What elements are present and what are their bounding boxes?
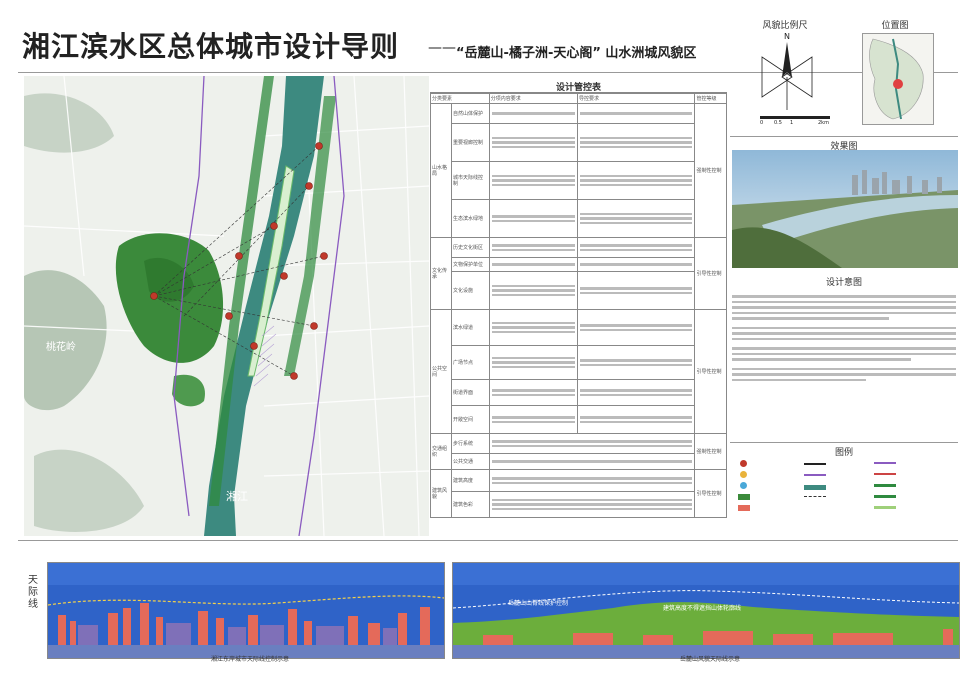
north-letter: N	[784, 32, 790, 41]
legend-node-marker	[740, 460, 747, 467]
design-control-table: 设计管控表 分类要素 分项内容要求 导控要求 管控等级 山水格局 自然山体保护强制…	[430, 80, 727, 535]
scale-bar: 0 0.5 1 2km	[760, 116, 835, 126]
legend-node-marker	[740, 471, 747, 478]
map-svg	[24, 76, 429, 536]
group-label: 山水格局	[430, 103, 452, 238]
effect-rendering	[732, 150, 958, 268]
east-bank-caption: 湘江东岸城市天际线控制示意	[210, 656, 289, 663]
scale-label: 风貌比例尺	[762, 21, 808, 31]
row-label: 重要视廊控制	[450, 123, 490, 162]
site-plan-map[interactable]: 桃花岭 湘江	[24, 76, 429, 536]
row-label: 广场节点	[450, 345, 490, 380]
col-header-guidance: 导控要求	[576, 93, 696, 104]
col-header-level: 管控等级	[694, 93, 727, 104]
row-label: 历史文化街区	[450, 237, 490, 258]
compass-icon	[761, 42, 813, 110]
page-subtitle: “岳麓山-橘子洲-天心阁” 山水洲城风貌区	[456, 46, 697, 61]
level-label: 引导性控制	[694, 237, 727, 310]
yuelu-caption: 岳麓山风貌天际线示意	[679, 656, 740, 663]
title-dash: ——	[428, 40, 456, 56]
row-label: 文化设施	[450, 271, 490, 310]
intent-text	[732, 292, 956, 410]
label-xiangjiang: 湘江	[226, 490, 248, 503]
legend-node-marker	[740, 482, 747, 489]
group-label: 公共空间	[430, 309, 452, 434]
north-arrow-compass: N	[752, 32, 822, 112]
table-title: 设计管控表	[430, 80, 727, 93]
skyline-divider	[18, 540, 958, 541]
group-label: 交通组织	[430, 433, 452, 470]
col-header-category: 分类要素	[430, 93, 490, 104]
legend-title: 图例	[730, 442, 958, 458]
yuelu-skyline: 岳麓山山脊线保护控制 建筑高度不得遮挡山体轮廓线	[452, 562, 960, 659]
row-label: 生态滨水绿地	[450, 199, 490, 238]
rendering-image	[732, 150, 958, 268]
legend-swatch	[738, 505, 750, 511]
location-map	[862, 33, 934, 125]
level-label: 引导性控制	[694, 469, 727, 518]
level-label: 强制性控制	[694, 433, 727, 470]
level-label: 引导性控制	[694, 309, 727, 434]
row-label: 自然山体保护	[450, 103, 490, 124]
page-title: 湘江滨水区总体城市设计导则	[22, 30, 400, 63]
skyline-annotation: 岳麓山山脊线保护控制	[508, 600, 569, 607]
legend	[734, 458, 956, 520]
legend-swatch	[738, 494, 750, 500]
row-label: 开敞空间	[450, 405, 490, 434]
level-label: 强制性控制	[694, 103, 727, 238]
row-label: 城市天际线控制	[450, 161, 490, 200]
row-label: 文物保护单位	[450, 257, 490, 272]
east-bank-skyline	[47, 562, 445, 659]
col-header-content: 分项内容要求	[488, 93, 578, 104]
group-label: 文化传承	[430, 237, 452, 310]
row-label: 建筑色彩	[450, 491, 490, 518]
row-label: 步行系统	[450, 433, 490, 454]
label-taohualing: 桃花岭	[46, 342, 76, 353]
skyline-annotation: 建筑高度不得遮挡山体轮廓线	[663, 605, 742, 612]
intent-title: 设计意图	[825, 278, 862, 288]
location-label: 位置图	[881, 21, 909, 31]
row-label: 建筑高度	[450, 469, 490, 492]
control-table: 分类要素 分项内容要求 导控要求 管控等级 山水格局 自然山体保护 强制性控制 重要…	[430, 93, 727, 518]
row-label: 滨水绿道	[450, 309, 490, 346]
row-label: 街道界面	[450, 379, 490, 406]
row-label: 公共交通	[450, 453, 490, 470]
skyline-side-label: 天际线	[28, 575, 38, 610]
group-label: 建筑风貌	[430, 469, 452, 518]
